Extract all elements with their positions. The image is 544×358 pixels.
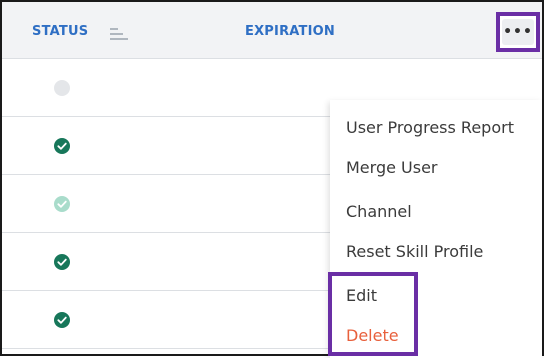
status-complete-icon <box>54 254 70 270</box>
menu-item-user-progress-report[interactable]: User Progress Report <box>346 118 514 137</box>
status-complete-icon <box>54 138 70 154</box>
sort-icon[interactable] <box>110 27 128 41</box>
status-complete-faded-icon <box>54 196 70 212</box>
status-column-header[interactable]: STATUS <box>32 24 88 39</box>
table-header: STATUS EXPIRATION <box>2 2 542 59</box>
status-complete-icon <box>54 312 70 328</box>
more-icon: ••• <box>502 19 534 45</box>
row-actions-menu: User Progress Report Merge User Channel … <box>330 100 542 358</box>
row-actions-button[interactable]: ••• <box>496 12 540 52</box>
menu-item-merge-user[interactable]: Merge User <box>346 158 438 177</box>
menu-item-edit[interactable]: Edit <box>346 286 377 305</box>
status-inactive-icon <box>54 80 70 96</box>
menu-item-reset-skill-profile[interactable]: Reset Skill Profile <box>346 242 483 261</box>
menu-item-delete[interactable]: Delete <box>346 326 399 345</box>
expiration-column-header[interactable]: EXPIRATION <box>245 24 335 39</box>
menu-item-channel[interactable]: Channel <box>346 202 412 221</box>
